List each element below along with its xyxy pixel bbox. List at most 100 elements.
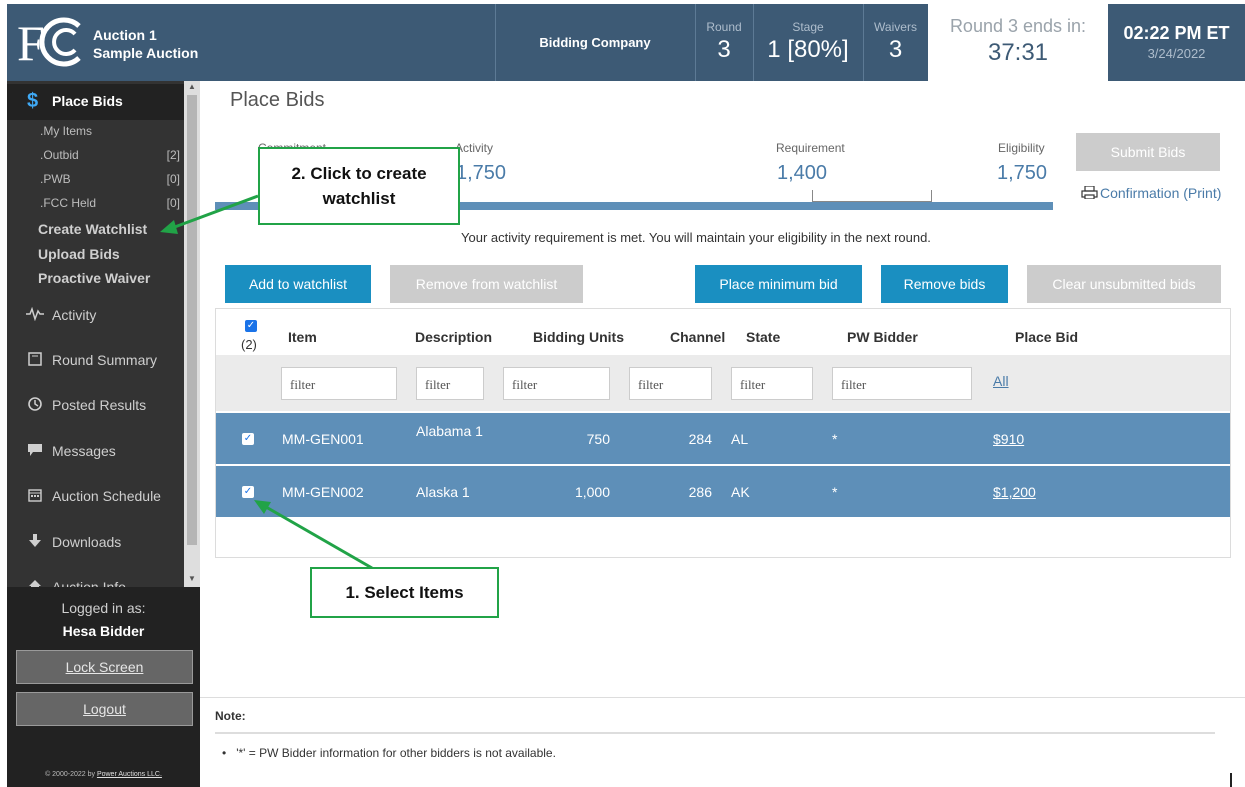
printer-icon bbox=[1081, 185, 1098, 200]
scroll-down-icon[interactable]: ▼ bbox=[184, 573, 200, 585]
row-item: MM-GEN002 bbox=[282, 484, 364, 500]
sidebar-item-auction-info[interactable]: Auction Info bbox=[7, 575, 184, 587]
sidebar-item-downloads[interactable]: Downloads bbox=[7, 530, 184, 554]
subitem-label: .My Items bbox=[40, 124, 93, 138]
table-row[interactable]: ✓ MM-GEN001 Alabama 1 750 284 AL * $910 bbox=[216, 413, 1230, 464]
row-description: Alabama 1 bbox=[416, 423, 483, 439]
user-name: Hesa Bidder bbox=[62, 623, 145, 639]
sidebar-subitem-pwb[interactable]: .PWB [0] bbox=[40, 172, 180, 186]
round-ends-label: Round 3 ends in: bbox=[949, 16, 1087, 36]
submit-bids-button[interactable]: Submit Bids bbox=[1076, 133, 1220, 171]
round-timer: Round 3 ends in: 37:31 bbox=[928, 4, 1108, 81]
subitem-count: [0] bbox=[166, 172, 180, 186]
subitem-label: .PWB bbox=[40, 172, 71, 186]
channel-filter-input[interactable]: filter bbox=[629, 367, 712, 400]
activity-label: Activity bbox=[455, 141, 494, 155]
table-row[interactable]: ✓ MM-GEN002 Alaska 1 1,000 286 AK * $1,2… bbox=[216, 466, 1230, 517]
place-minimum-bid-button[interactable]: Place minimum bid bbox=[695, 265, 862, 303]
fcc-logo: F bbox=[17, 14, 87, 71]
dollar-icon: $ bbox=[27, 90, 39, 112]
requirement-label: Requirement bbox=[776, 141, 845, 155]
sidebar-scrollbar[interactable]: ▲ ▼ bbox=[184, 81, 200, 587]
sidebar-subitem-my-items[interactable]: .My Items bbox=[40, 124, 180, 138]
row-pw-bidder: * bbox=[832, 431, 838, 447]
row-place-bid-link[interactable]: $910 bbox=[993, 431, 1024, 447]
units-filter-input[interactable]: filter bbox=[503, 367, 610, 400]
column-header-bidding-units[interactable]: Bidding Units bbox=[533, 329, 624, 345]
lock-screen-button[interactable]: Lock Screen bbox=[16, 650, 193, 684]
sidebar-item-posted-results[interactable]: Posted Results bbox=[7, 393, 184, 417]
filter-row: filter filter filter filter filter filte… bbox=[216, 355, 1230, 411]
row-description: Alaska 1 bbox=[416, 484, 470, 500]
note-label: Note: bbox=[215, 709, 246, 723]
book-icon bbox=[26, 351, 44, 369]
bidding-company: Bidding Company bbox=[539, 35, 651, 50]
waivers-label: Waivers bbox=[874, 20, 917, 34]
power-auctions-link[interactable]: Power Auctions LLC. bbox=[97, 771, 162, 778]
requirement-value: 1,400 bbox=[777, 162, 828, 184]
message-icon bbox=[26, 443, 44, 459]
remove-bids-button[interactable]: Remove bids bbox=[881, 265, 1008, 303]
stage-label: Stage bbox=[792, 20, 824, 34]
sidebar-item-place-bids[interactable]: $ Place Bids bbox=[7, 84, 184, 120]
page-title: Place Bids bbox=[230, 89, 325, 111]
scroll-up-icon[interactable]: ▲ bbox=[184, 81, 200, 93]
description-filter-input[interactable]: filter bbox=[416, 367, 484, 400]
row-bidding-units: 750 bbox=[586, 431, 610, 447]
fcc-logo-mark: F bbox=[17, 15, 81, 71]
sidebar-subitem-outbid[interactable]: .Outbid [2] bbox=[40, 148, 180, 162]
sidebar-item-label: Place Bids bbox=[52, 93, 123, 109]
requirement-marker bbox=[812, 190, 932, 202]
round-stat: Round 3 bbox=[695, 4, 753, 81]
sidebar-subitem-fcc-held[interactable]: .FCC Held [0] bbox=[40, 196, 180, 210]
column-header-place-bid[interactable]: Place Bid bbox=[1015, 329, 1078, 345]
row-state: AL bbox=[731, 431, 749, 447]
confirmation-print-link[interactable]: Confirmation (Print) bbox=[1081, 185, 1221, 201]
item-filter-input[interactable]: filter bbox=[281, 367, 397, 400]
column-header-channel[interactable]: Channel bbox=[670, 329, 725, 345]
activity-message: Your activity requirement is met. You wi… bbox=[461, 230, 931, 245]
all-bids-link[interactable]: All bbox=[993, 373, 1009, 389]
download-icon bbox=[26, 533, 44, 551]
add-to-watchlist-button[interactable]: Add to watchlist bbox=[225, 265, 371, 303]
auction-subtitle: Sample Auction bbox=[93, 45, 199, 61]
sidebar-item-label: Round Summary bbox=[52, 352, 158, 368]
row-place-bid-link[interactable]: $1,200 bbox=[993, 484, 1036, 500]
waivers-value: 3 bbox=[888, 36, 903, 63]
row-channel: 284 bbox=[688, 431, 712, 447]
column-header-description[interactable]: Description bbox=[415, 329, 492, 345]
sidebar-item-auction-schedule[interactable]: Auction Schedule bbox=[7, 484, 184, 508]
sidebar-item-label: Auction Info bbox=[52, 579, 126, 587]
pw-bidder-filter-input[interactable]: filter bbox=[832, 367, 972, 400]
upload-bids-link[interactable]: Upload Bids bbox=[38, 246, 120, 262]
confirmation-label: Confirmation (Print) bbox=[1100, 185, 1222, 201]
clock-icon bbox=[26, 396, 44, 414]
row-checkbox[interactable]: ✓ bbox=[242, 433, 254, 445]
callout-select-items: 1. Select Items bbox=[310, 567, 499, 618]
subitem-count: [2] bbox=[166, 148, 180, 162]
logout-button[interactable]: Logout bbox=[16, 692, 193, 726]
bids-table: ✓ (2) Item Description Bidding Units Cha… bbox=[215, 308, 1231, 558]
sidebar-item-activity[interactable]: Activity bbox=[7, 303, 184, 327]
round-label: Round bbox=[706, 20, 742, 34]
column-header-item[interactable]: Item bbox=[288, 329, 317, 345]
row-checkbox[interactable]: ✓ bbox=[242, 486, 254, 498]
column-header-pw-bidder[interactable]: PW Bidder bbox=[847, 329, 918, 345]
sidebar-item-round-summary[interactable]: Round Summary bbox=[7, 348, 184, 372]
scroll-thumb[interactable] bbox=[187, 95, 197, 545]
proactive-waiver-link[interactable]: Proactive Waiver bbox=[38, 270, 150, 286]
row-bidding-units: 1,000 bbox=[574, 484, 610, 500]
select-all-checkbox[interactable]: ✓ bbox=[245, 320, 257, 332]
sidebar-item-label: Messages bbox=[52, 443, 116, 459]
remove-from-watchlist-button[interactable]: Remove from watchlist bbox=[390, 265, 583, 303]
sidebar-item-messages[interactable]: Messages bbox=[7, 439, 184, 463]
auction-title: Auction 1 bbox=[93, 27, 157, 43]
round-ends-value: 37:31 bbox=[987, 39, 1049, 66]
create-watchlist-link[interactable]: Create Watchlist bbox=[38, 221, 147, 237]
sidebar-nav: $ Place Bids .My Items .Outbid [2] .PWB … bbox=[7, 81, 184, 587]
state-filter-input[interactable]: filter bbox=[731, 367, 813, 400]
home-icon bbox=[26, 579, 44, 587]
clear-unsubmitted-bids-button[interactable]: Clear unsubmitted bids bbox=[1027, 265, 1221, 303]
column-header-state[interactable]: State bbox=[746, 329, 780, 345]
waivers-stat: Waivers 3 bbox=[863, 4, 928, 81]
